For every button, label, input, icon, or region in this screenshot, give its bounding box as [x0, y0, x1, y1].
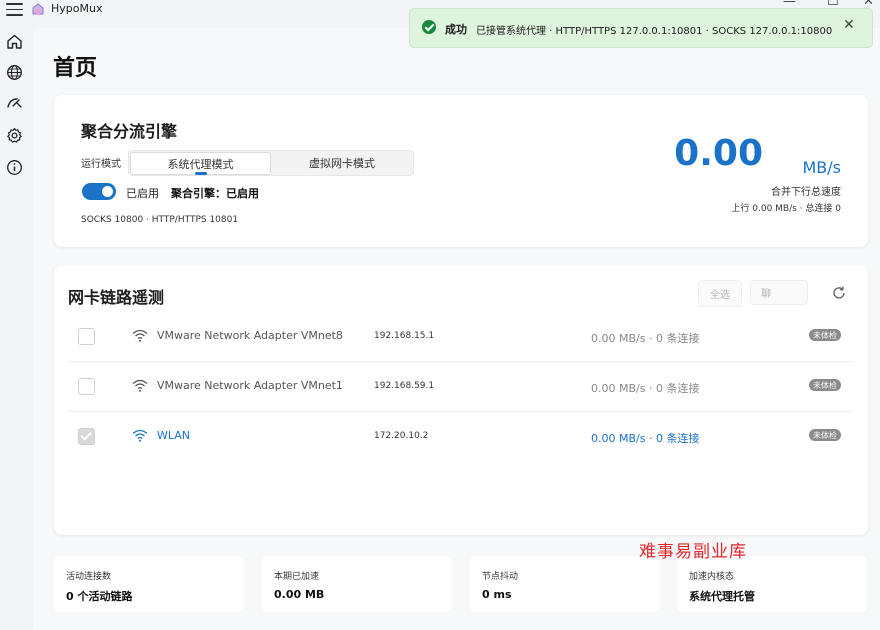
sidebar-item-globe[interactable] [4, 62, 24, 82]
stat-label: 节点抖动 [482, 572, 519, 582]
adapter-title: 网卡链路遥测 [68, 288, 165, 307]
sidebar-item-about[interactable] [4, 157, 24, 177]
engine-toggle-label: 已启用 [126, 187, 159, 200]
globe-icon [6, 64, 22, 80]
adapter-row[interactable]: VMware Network Adapter VMnet8 192.168.15… [68, 311, 853, 362]
stat-label: 活动连接数 [66, 572, 112, 582]
success-toast: 成功 已接管系统代理 · HTTP/HTTPS 127.0.0.1:10801 … [409, 8, 873, 48]
wifi-icon [132, 379, 148, 392]
adapter-stats: 0.00 MB/s · 0 条连接 [591, 432, 700, 445]
info-icon [6, 159, 22, 175]
adapter-ip: 172.20.10.2 [374, 431, 429, 441]
home-icon [6, 34, 22, 49]
engine-card: 聚合分流引擎 运行模式 系统代理模式 虚拟网卡模式 已启用 聚合引擎：已启用 S… [54, 95, 868, 247]
stat-value: 0 个活动链路 [66, 590, 133, 603]
adapter-row[interactable]: WLAN 172.20.10.2 0.00 MB/s · 0 条连接 未体检 [68, 411, 853, 461]
stat-card-accelerated: 本期已加速 0.00 MB [262, 556, 452, 612]
wifi-icon [132, 329, 148, 342]
mode-virtual-nic[interactable]: 虚拟网卡模式 [271, 151, 413, 175]
toast-message: 已接管系统代理 · HTTP/HTTPS 127.0.0.1:10801 · S… [476, 26, 833, 37]
gauge-icon [6, 97, 22, 108]
sidebar-item-home[interactable] [4, 31, 24, 51]
adapter-ip: 192.168.15.1 [374, 331, 435, 341]
status-badge: 未体检 [809, 429, 841, 441]
adapter-card: 网卡链路遥测 全选 聊 VMware Network Adapter VMnet… [54, 265, 868, 535]
mode-label: 运行模式 [81, 159, 121, 170]
adapter-checkbox[interactable] [78, 428, 95, 445]
wifi-icon [132, 429, 148, 442]
page-title: 首页 [53, 56, 98, 81]
stat-value: 0.00 MB [274, 588, 325, 601]
sidebar-item-speed[interactable] [4, 93, 24, 113]
toast-title: 成功 [445, 23, 467, 36]
stat-value: 系统代理托管 [689, 590, 755, 603]
port-info: SOCKS 10800 · HTTP/HTTPS 10801 [81, 215, 239, 225]
engine-title: 聚合分流引擎 [81, 122, 178, 141]
app-logo-icon [32, 3, 44, 15]
stat-label: 加速内核态 [689, 572, 735, 582]
adapter-checkbox[interactable] [78, 328, 95, 345]
gear-icon [6, 127, 22, 143]
adapter-ip: 192.168.59.1 [374, 381, 435, 391]
stat-card-jitter: 节点抖动 0 ms [470, 556, 660, 612]
adapter-stats: 0.00 MB/s · 0 条连接 [591, 332, 700, 345]
adapter-name: WLAN [157, 429, 191, 442]
speed-value: 0.00 [674, 133, 763, 174]
mode-system-proxy[interactable]: 系统代理模式 [130, 152, 271, 175]
speed-detail: 上行 0.00 MB/s · 总连接 0 [731, 204, 841, 214]
stat-card-connections: 活动连接数 0 个活动链路 [54, 556, 244, 612]
watermark: 难事易副业库 [639, 542, 747, 562]
adapter-stats: 0.00 MB/s · 0 条连接 [591, 382, 700, 395]
secondary-button[interactable]: 聊 [750, 280, 808, 305]
toast-close-button[interactable]: ✕ [843, 17, 855, 33]
sidebar [0, 28, 28, 630]
app-title: HypoMux [51, 2, 103, 15]
adapter-checkbox[interactable] [78, 378, 95, 395]
speed-caption: 合并下行总速度 [771, 187, 841, 198]
stat-card-kernel: 加速内核态 系统代理托管 [677, 556, 867, 612]
status-badge: 未体检 [809, 329, 841, 341]
select-all-button[interactable]: 全选 [698, 280, 742, 307]
engine-toggle[interactable] [82, 183, 116, 200]
engine-status: 聚合引擎：已启用 [171, 187, 259, 200]
status-badge: 未体检 [809, 379, 841, 391]
mode-selector: 系统代理模式 虚拟网卡模式 [128, 150, 414, 176]
menu-icon[interactable] [6, 3, 23, 17]
adapter-row[interactable]: VMware Network Adapter VMnet1 192.168.59… [68, 361, 853, 412]
adapter-name: VMware Network Adapter VMnet1 [157, 379, 343, 392]
sidebar-item-settings[interactable] [4, 125, 24, 145]
adapter-name: VMware Network Adapter VMnet8 [157, 329, 343, 342]
stat-label: 本期已加速 [274, 572, 320, 582]
refresh-icon[interactable] [830, 284, 848, 302]
speed-unit: MB/s [802, 158, 841, 177]
stat-value: 0 ms [482, 588, 512, 601]
success-check-icon [422, 20, 436, 34]
